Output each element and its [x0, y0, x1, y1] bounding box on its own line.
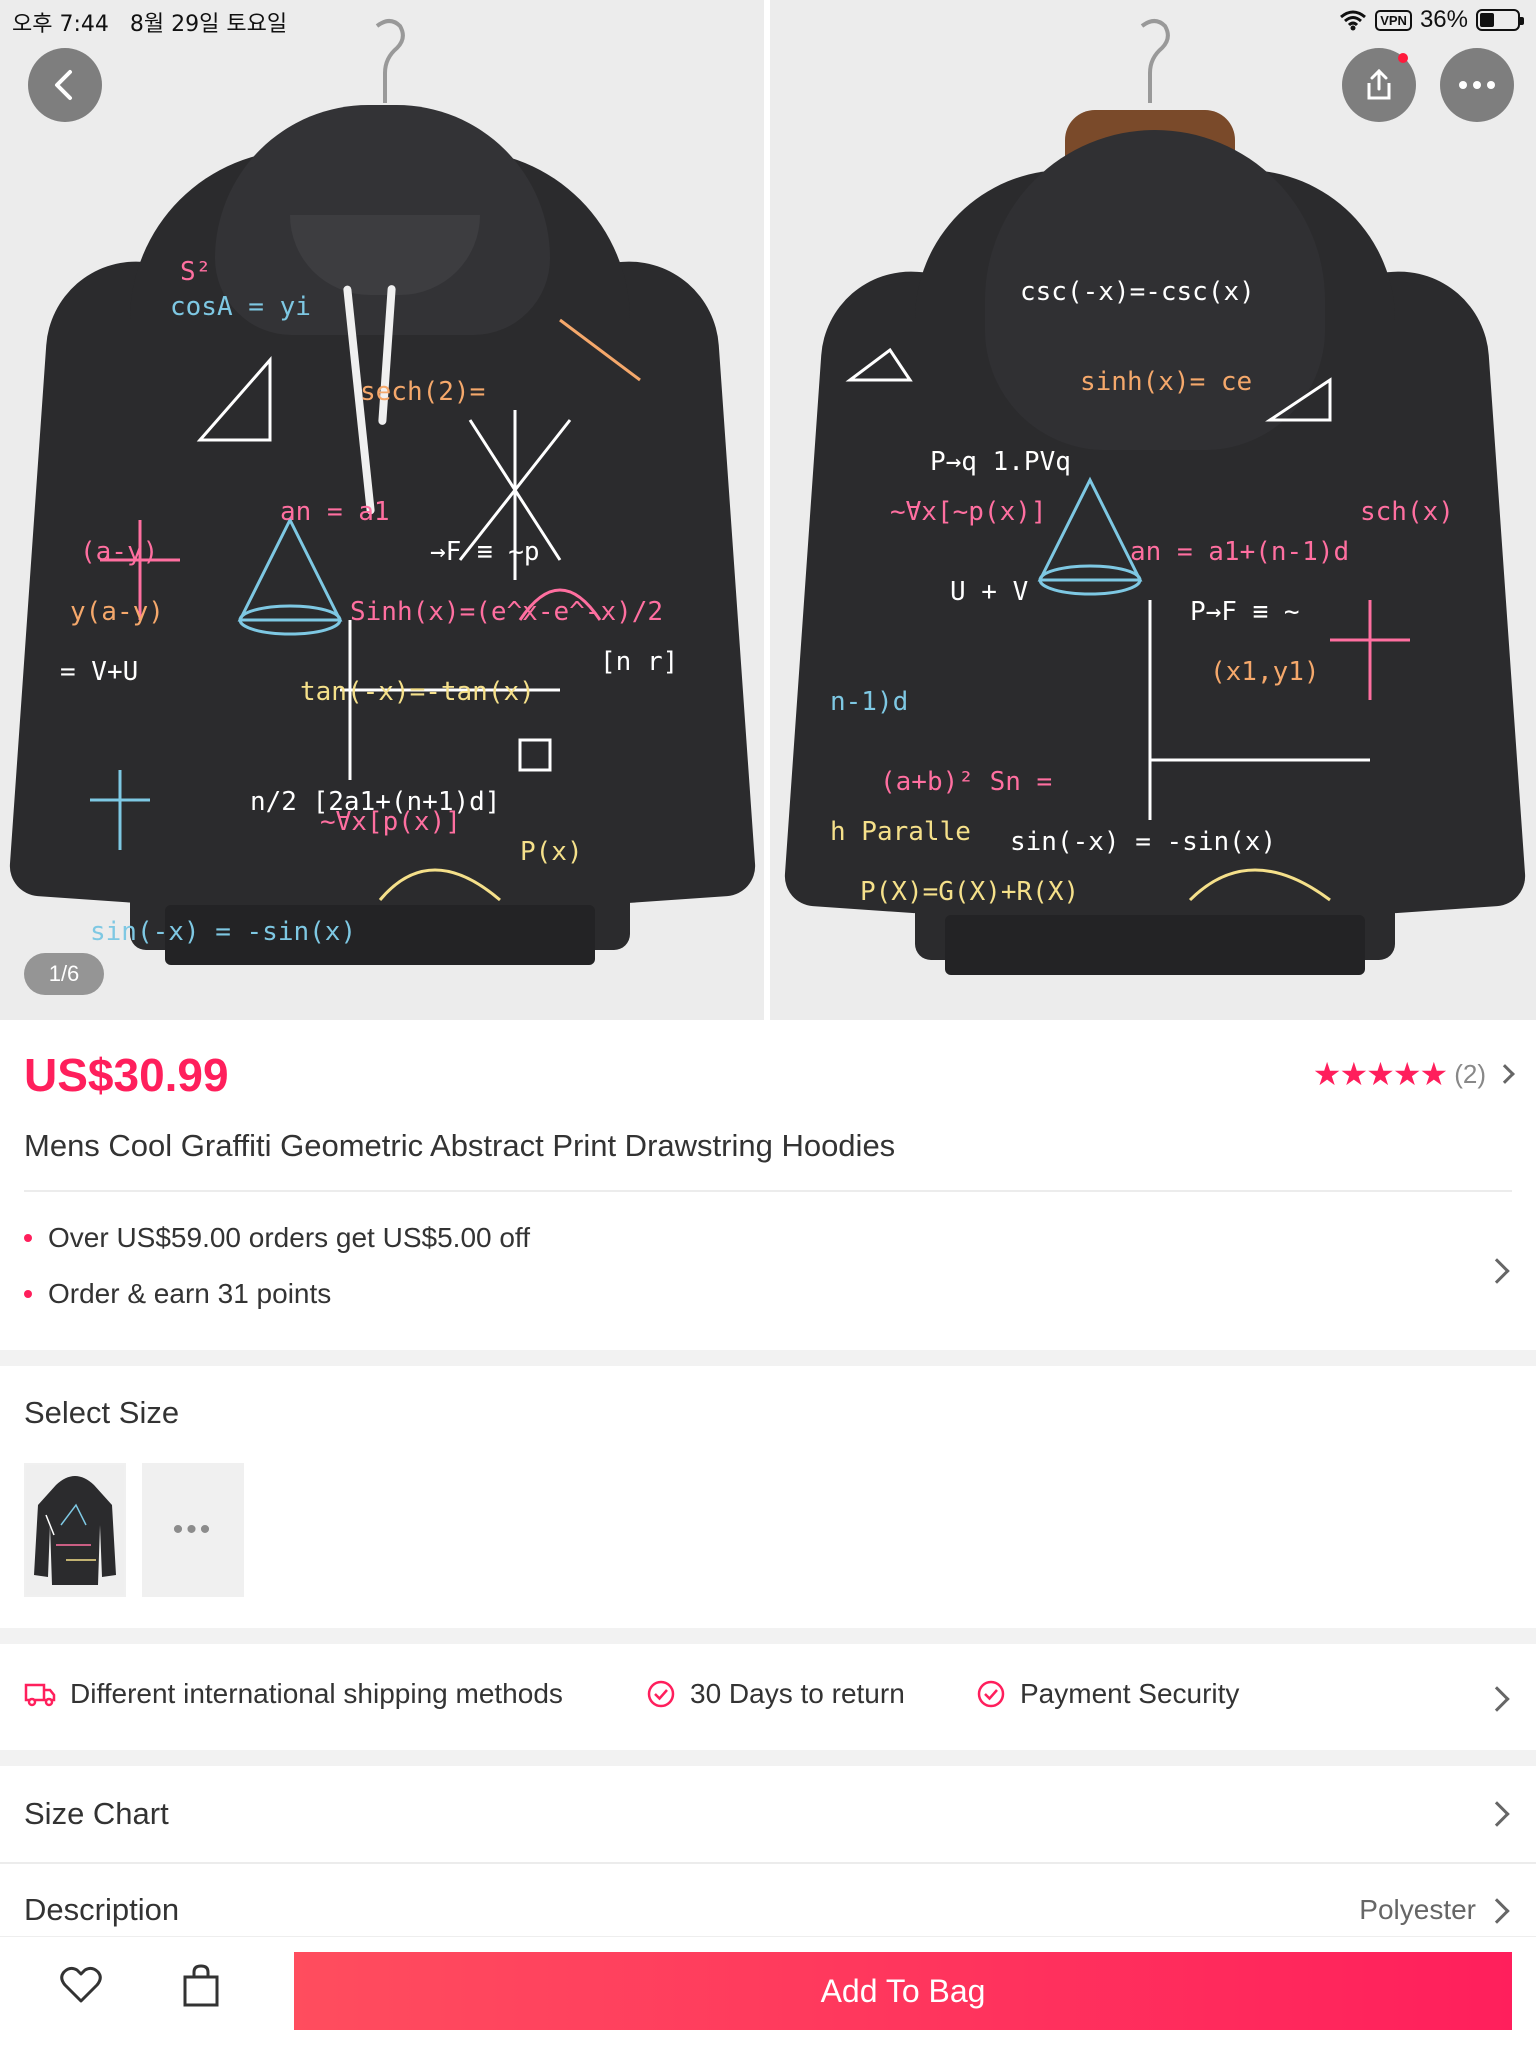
- status-time-date: 오후 7:44 8월 29일 토요일: [12, 6, 287, 38]
- shopping-bag-icon: [183, 1964, 219, 2007]
- truck-icon: [24, 1683, 56, 1707]
- promotion-item: Over US$59.00 orders get US$5.00 off: [24, 1222, 530, 1254]
- more-button[interactable]: [1440, 48, 1514, 122]
- battery-percent: 36%: [1419, 6, 1468, 33]
- description-title: Description: [24, 1892, 180, 1927]
- chevron-right-icon: [1484, 1686, 1510, 1712]
- service-return: 30 Days to return: [646, 1678, 905, 1710]
- promotion-text: Over US$59.00 orders get US$5.00 off: [48, 1222, 530, 1253]
- share-icon: [1367, 68, 1391, 100]
- review-count: (2): [1454, 1058, 1486, 1089]
- size-variant-thumbnail[interactable]: [24, 1463, 126, 1597]
- shopping-bag-button[interactable]: [176, 1960, 226, 2010]
- section-separator: [0, 1350, 1536, 1366]
- hoodie-hood: [985, 130, 1325, 450]
- service-label: Different international shipping methods: [70, 1678, 563, 1709]
- status-right: VPN 36%: [1339, 6, 1524, 34]
- back-button[interactable]: [28, 48, 102, 122]
- share-button[interactable]: [1342, 48, 1416, 122]
- favorite-button[interactable]: [56, 1960, 106, 2010]
- service-shipping: Different international shipping methods: [24, 1678, 563, 1710]
- back-icon: [55, 70, 72, 100]
- chevron-right-icon: [1484, 1258, 1510, 1284]
- product-price: US$30.99: [24, 1049, 229, 1101]
- section-separator: [0, 1628, 1536, 1644]
- chevron-right-icon: [1495, 1064, 1515, 1084]
- chevron-right-icon: [1484, 1801, 1510, 1827]
- size-more-button[interactable]: •••: [142, 1463, 244, 1597]
- select-size-title: Select Size: [24, 1395, 180, 1430]
- heart-icon: [60, 1966, 102, 2003]
- divider: [0, 1862, 1536, 1864]
- product-title: Mens Cool Graffiti Geometric Abstract Pr…: [24, 1128, 896, 1163]
- status-bar: 오후 7:44 8월 29일 토요일 VPN 36%: [0, 0, 1536, 40]
- bullet-icon: [24, 1234, 32, 1242]
- status-time: 오후 7:44: [12, 12, 109, 37]
- check-circle-icon: [647, 1680, 675, 1708]
- promotion-item: Order & earn 31 points: [24, 1278, 331, 1310]
- service-label: 30 Days to return: [690, 1678, 905, 1709]
- wifi-icon: [1340, 10, 1367, 31]
- gallery-page-indicator: 1/6: [24, 953, 104, 995]
- more-icon: [1459, 81, 1495, 89]
- description-value: Polyester: [1359, 1894, 1476, 1925]
- section-separator: [0, 1750, 1536, 1766]
- check-circle-icon: [977, 1680, 1005, 1708]
- service-label: Payment Security: [1020, 1678, 1240, 1709]
- battery-icon: [1476, 9, 1524, 31]
- status-date: 8월 29일 토요일: [129, 12, 288, 37]
- product-photo-back[interactable]: csc(-x)=-csc(x) sinh(x)= ce P→q 1.PVq ~∀…: [770, 0, 1536, 1020]
- star-rating-icon: ★★★★★: [1312, 1056, 1448, 1092]
- hoodie-waistband: [165, 905, 595, 965]
- hoodie-thumbnail-image: [26, 1465, 124, 1595]
- chevron-right-icon: [1484, 1898, 1510, 1924]
- vpn-badge: VPN: [1375, 9, 1412, 31]
- product-gallery[interactable]: cosA = yi sech(2)= an = a1 →F ≡ ~p Sinh(…: [0, 0, 1536, 1020]
- divider: [24, 1190, 1512, 1192]
- rating-summary[interactable]: ★★★★★ (2): [1312, 1055, 1515, 1093]
- bullet-icon: [24, 1290, 32, 1298]
- hoodie-waistband: [945, 915, 1365, 975]
- size-chart-title: Size Chart: [24, 1796, 169, 1831]
- promotion-text: Order & earn 31 points: [48, 1278, 332, 1309]
- notification-dot: [1398, 53, 1408, 63]
- service-payment: Payment Security: [976, 1678, 1239, 1710]
- product-photo-front[interactable]: cosA = yi sech(2)= an = a1 →F ≡ ~p Sinh(…: [0, 0, 764, 1020]
- add-to-bag-button[interactable]: Add To Bag: [294, 1952, 1512, 2030]
